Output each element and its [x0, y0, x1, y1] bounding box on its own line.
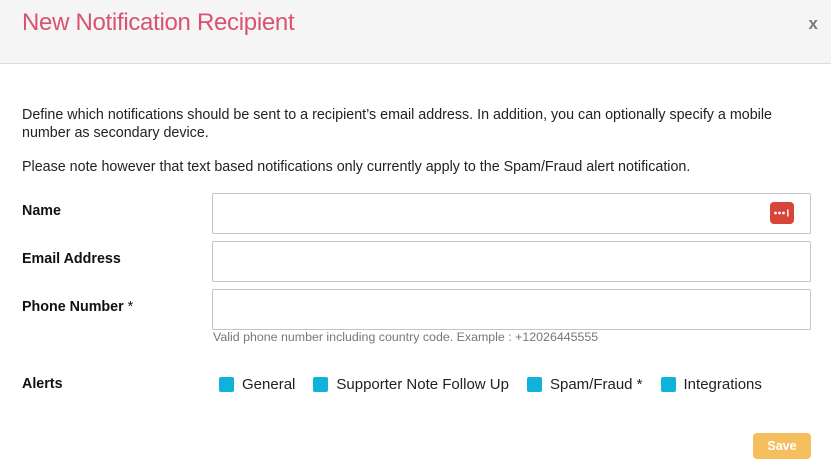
checkbox-icon[interactable] [313, 377, 329, 392]
alert-option-label: Spam/Fraud * [549, 376, 643, 393]
alert-option-supporter-note-follow-up[interactable]: Supporter Note Follow Up [313, 376, 509, 393]
email-label: Email Address [22, 251, 121, 267]
phone-label-text: Phone Number [22, 299, 124, 315]
phone-help-text: Valid phone number including country cod… [213, 330, 599, 344]
note-text: Please note however that text based noti… [22, 159, 691, 175]
dialog-title: New Notification Recipient [22, 9, 295, 36]
new-notification-recipient-dialog: New Notification Recipient x Define whic… [0, 0, 831, 470]
password-manager-icon[interactable] [770, 202, 794, 224]
phone-input[interactable] [212, 289, 811, 330]
alerts-label: Alerts [22, 376, 63, 392]
email-input[interactable] [212, 241, 811, 282]
alerts-group: General Supporter Note Follow Up Spam/Fr… [219, 376, 780, 393]
checkbox-icon[interactable] [526, 377, 542, 392]
name-label: Name [22, 203, 61, 219]
save-button[interactable]: Save [753, 433, 811, 459]
alert-option-spam-fraud[interactable]: Spam/Fraud * [526, 376, 643, 393]
alert-option-label: Supporter Note Follow Up [336, 376, 509, 393]
required-mark: * [127, 299, 134, 315]
alert-option-label: General [242, 376, 296, 393]
phone-label: Phone Number * [22, 299, 133, 315]
checkbox-icon[interactable] [219, 377, 234, 392]
close-button[interactable]: x [809, 14, 818, 34]
alert-option-general[interactable]: General [219, 376, 295, 393]
dialog-header: New Notification Recipient x [0, 0, 831, 64]
checkbox-icon[interactable] [660, 377, 676, 392]
alert-option-integrations[interactable]: Integrations [660, 376, 762, 393]
description-text: Define which notifications should be sen… [22, 107, 772, 141]
alert-option-label: Integrations [683, 376, 762, 393]
name-input[interactable] [212, 193, 811, 234]
